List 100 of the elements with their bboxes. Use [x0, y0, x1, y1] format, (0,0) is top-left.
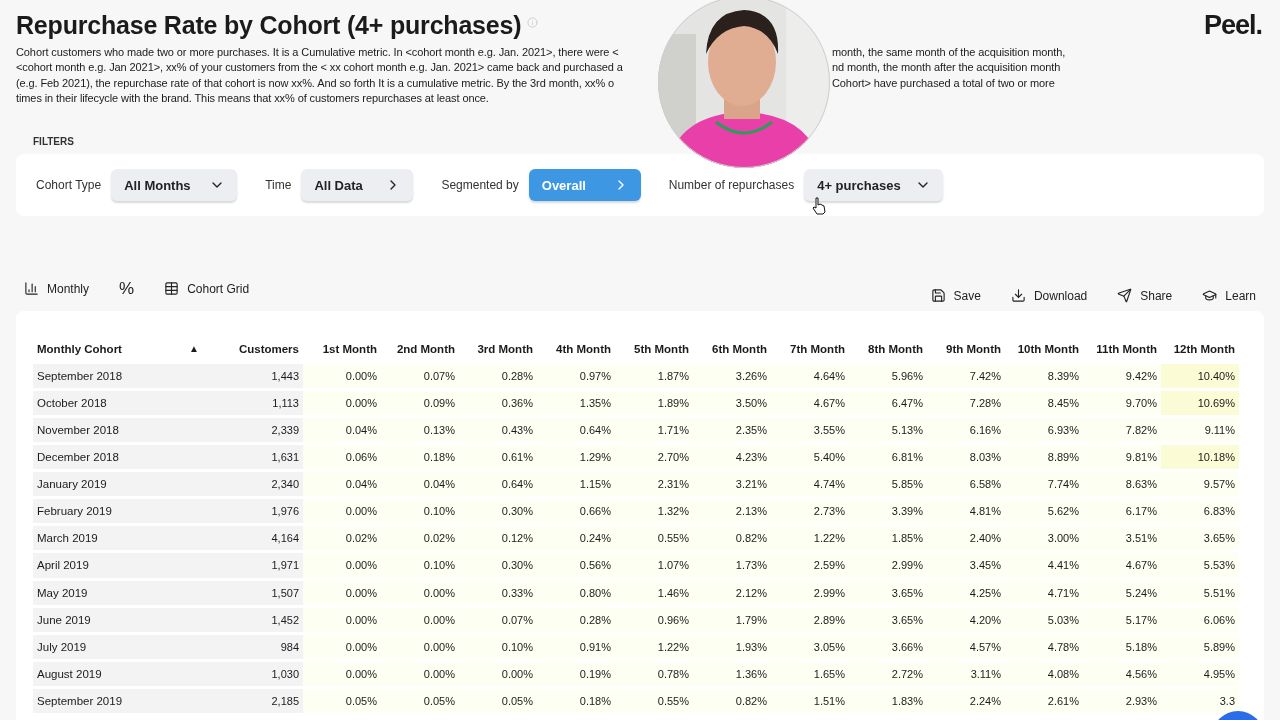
- table-cell: 7.28%: [927, 390, 1005, 415]
- download-button[interactable]: Download: [1010, 288, 1088, 304]
- table-cell: 0.00%: [303, 390, 381, 415]
- table-cell: 1,631: [203, 445, 303, 470]
- table-cell: 1,113: [203, 390, 303, 415]
- table-cell: 1.79%: [693, 607, 771, 632]
- table-cell: 0.28%: [459, 363, 537, 388]
- filter-button[interactable]: All Data: [301, 169, 414, 202]
- sort-indicator[interactable]: ▲: [189, 343, 199, 355]
- table-cell: 10.18%: [1161, 445, 1239, 470]
- table-cell: 4.74%: [771, 472, 849, 497]
- table-cell: 8.63%: [1083, 472, 1161, 497]
- table-cell: 3.45%: [927, 553, 1005, 578]
- column-header[interactable]: 7th Month: [771, 335, 849, 363]
- cohort-cell: December 2018: [33, 445, 203, 470]
- filter-dropdown[interactable]: 4+ purchases: [804, 169, 943, 202]
- table-cell: 0.82%: [693, 526, 771, 551]
- table-cell: 6.83%: [1161, 499, 1239, 524]
- column-header[interactable]: Customers: [203, 335, 303, 363]
- column-header[interactable]: 1st Month: [303, 335, 381, 363]
- percent-toggle[interactable]: %: [119, 278, 135, 299]
- download-icon: [1010, 288, 1026, 304]
- table-cell: 5.03%: [1005, 607, 1083, 632]
- table-cell: 4.67%: [771, 390, 849, 415]
- table-cell: 0.00%: [381, 580, 459, 605]
- table-cell: 9.11%: [1161, 417, 1239, 443]
- learn-button[interactable]: Learn: [1202, 288, 1256, 304]
- table-cell: 9.57%: [1161, 472, 1239, 497]
- table-cell: 0.30%: [459, 553, 537, 578]
- column-header[interactable]: 2nd Month: [381, 335, 459, 363]
- column-header[interactable]: 12th Month: [1161, 335, 1239, 363]
- table-cell: 1.22%: [771, 526, 849, 551]
- column-header[interactable]: Monthly Cohort: [37, 342, 122, 355]
- table-cell: 2,185: [203, 688, 303, 713]
- column-header[interactable]: 10th Month: [1005, 335, 1083, 363]
- table-cell: 4.20%: [927, 607, 1005, 632]
- table-cell: 0.02%: [303, 526, 381, 551]
- save-button[interactable]: Save: [930, 288, 981, 304]
- table-cell: 3.65%: [849, 607, 927, 632]
- table-cell: 0.36%: [459, 390, 537, 415]
- table-cell: 5.40%: [771, 445, 849, 470]
- table-cell: 4.23%: [693, 445, 771, 470]
- column-header[interactable]: 11th Month: [1083, 335, 1161, 363]
- table-cell: 3.39%: [849, 499, 927, 524]
- table-cell: 0.00%: [303, 499, 381, 524]
- table-cell: 4.67%: [1083, 553, 1161, 578]
- table-cell: 0.05%: [303, 688, 381, 713]
- table-cell: 0.04%: [303, 417, 381, 443]
- table-cell: 9.42%: [1083, 363, 1161, 388]
- table-cell: 1.51%: [771, 688, 849, 713]
- column-header[interactable]: 3rd Month: [459, 335, 537, 363]
- filter-label: Time: [265, 178, 292, 193]
- table-cell: 0.02%: [381, 526, 459, 551]
- table-cell: 8.39%: [1005, 363, 1083, 388]
- table-cell: 9.81%: [1083, 445, 1161, 470]
- description-text: times in their lifecycle with the brand. This means that xx% of customers repurchases at least once.: [16, 90, 490, 106]
- table-cell: 0.00%: [459, 661, 537, 686]
- table-cell: 0.04%: [303, 472, 381, 497]
- column-header[interactable]: 4th Month: [537, 335, 615, 363]
- table-cell: 0.00%: [381, 607, 459, 632]
- cohort-cell: November 2018: [33, 417, 203, 443]
- table-cell: 2.73%: [771, 499, 849, 524]
- table-cell: 2.99%: [771, 580, 849, 605]
- table-cell: 5.51%: [1161, 580, 1239, 605]
- table-cell: 1.65%: [771, 661, 849, 686]
- cohort-cell: April 2019: [33, 553, 203, 578]
- cohort-cell: July 2019: [33, 634, 203, 659]
- table-cell: 5.62%: [1005, 499, 1083, 524]
- description-text: nd month, the month after the acquisition month: [832, 60, 1062, 76]
- table-cell: 3.05%: [771, 634, 849, 659]
- grid-button[interactable]: Cohort Grid: [164, 281, 250, 297]
- graduation-cap-icon: [1202, 288, 1218, 304]
- column-header[interactable]: 6th Month: [693, 335, 771, 363]
- table-cell: 0.82%: [693, 688, 771, 713]
- table-cell: 0.43%: [459, 417, 537, 443]
- table-cell: 0.04%: [381, 472, 459, 497]
- table-cell: 0.91%: [537, 634, 615, 659]
- table-cell: 5.13%: [849, 417, 927, 443]
- table-cell: 5.85%: [849, 472, 927, 497]
- table-cell: 4.95%: [1161, 661, 1239, 686]
- table-cell: 0.18%: [537, 688, 615, 713]
- table-cell: 4.56%: [1083, 661, 1161, 686]
- column-header[interactable]: 8th Month: [849, 335, 927, 363]
- table-cell: 4.71%: [1005, 580, 1083, 605]
- table-cell: 0.30%: [459, 499, 537, 524]
- chart-button[interactable]: Monthly: [24, 281, 90, 297]
- column-header[interactable]: 9th Month: [927, 335, 1005, 363]
- table-cell: 2,340: [203, 472, 303, 497]
- column-header[interactable]: 5th Month: [615, 335, 693, 363]
- table-cell: 0.33%: [459, 580, 537, 605]
- table-cell: 1,443: [203, 363, 303, 388]
- table-cell: 0.00%: [303, 553, 381, 578]
- filter-dropdown[interactable]: All Months: [111, 169, 238, 202]
- cohort-cell: May 2019: [33, 580, 203, 605]
- table-cell: 0.07%: [459, 607, 537, 632]
- table-cell: 2.89%: [771, 607, 849, 632]
- table-cell: 3.21%: [693, 472, 771, 497]
- share-button[interactable]: Share: [1117, 288, 1173, 304]
- table-cell: 10.40%: [1161, 363, 1239, 388]
- table-cell: 3.55%: [771, 417, 849, 443]
